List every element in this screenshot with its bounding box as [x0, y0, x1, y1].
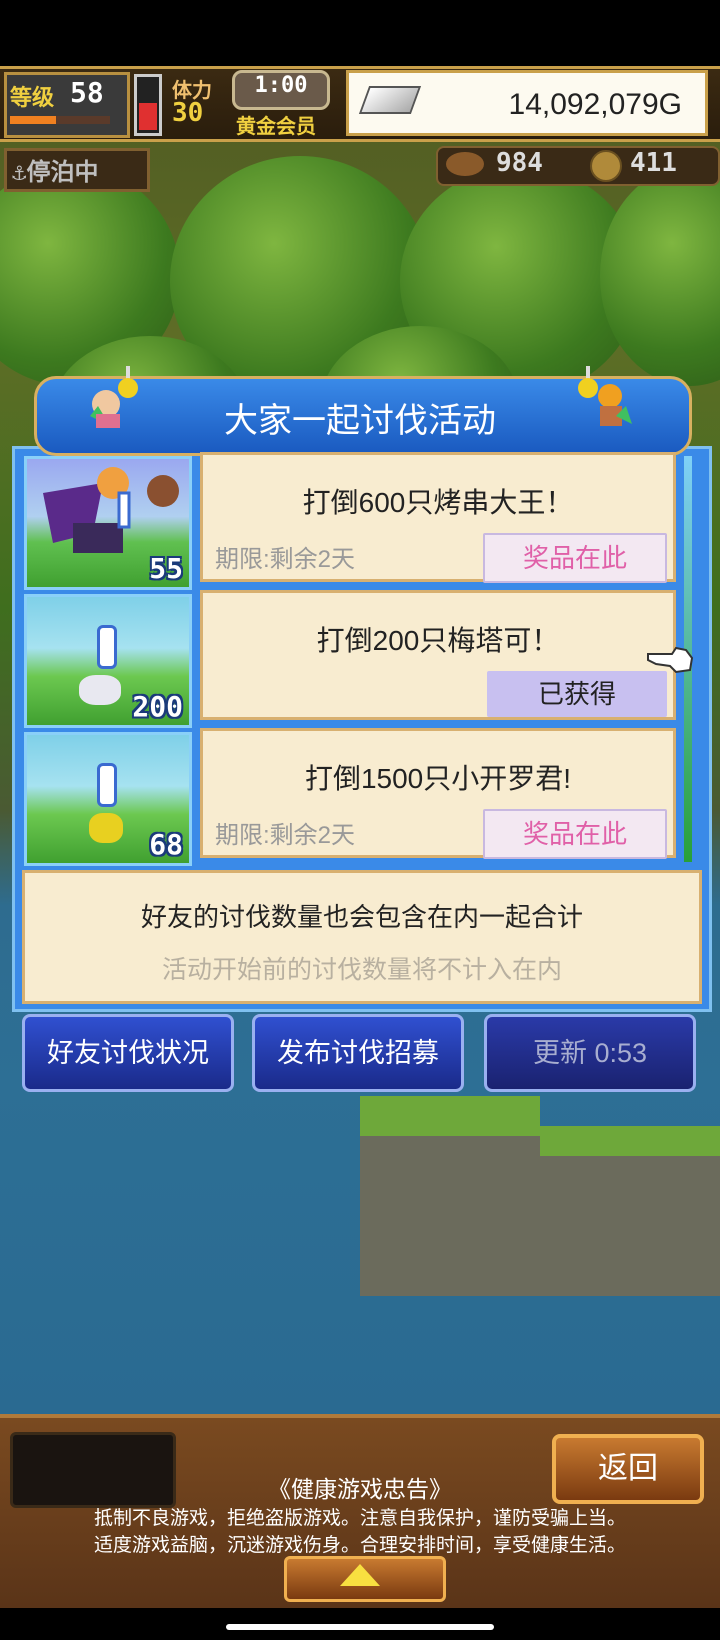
- health-notice-line: 抵制不良游戏，拒绝盗版游戏。注意自我保护，谨防受骗上当。: [93, 1508, 626, 1529]
- gold-amount: 14,092,079G: [508, 88, 682, 121]
- stamina-gauge-fill: [139, 103, 157, 130]
- event-thumbnail: 55: [24, 456, 192, 590]
- defeat-count: 68: [149, 828, 183, 861]
- event-thumbnail: 200: [24, 594, 192, 728]
- island-grass: [360, 1096, 540, 1136]
- island-grass: [540, 1126, 720, 1156]
- stamina-timer: 1:00: [254, 73, 308, 98]
- anchor-icon: ⚓: [12, 158, 27, 186]
- prize-button[interactable]: 奖品在此: [483, 533, 667, 583]
- boss-sprite: [43, 467, 179, 553]
- level-exp-fill: [10, 116, 56, 124]
- post-recruit-button[interactable]: 发布讨伐招募: [252, 1014, 464, 1092]
- event-card: 打倒1500只小开罗君! 期限:剩余2天 奖品在此: [200, 728, 676, 859]
- defeat-count: 200: [132, 690, 183, 723]
- health-notice-line: 适度游戏益脑，沉迷游戏伤身。合理安排时间，享受健康生活。: [93, 1535, 626, 1556]
- event-title: 打倒1500只小开罗君!: [304, 763, 572, 794]
- mascot-left-icon: [90, 366, 138, 428]
- defeat-count: 55: [149, 552, 183, 585]
- alert-icon: [97, 625, 117, 669]
- event-title: 打倒200只梅塔可！: [316, 625, 560, 656]
- health-notice-title: 《健康游戏忠告》: [268, 1476, 452, 1502]
- event-deadline: 期限:剩余2天: [215, 822, 356, 849]
- level-label: 等级: [10, 86, 55, 111]
- friends-status-button[interactable]: 好友讨伐状况: [22, 1014, 234, 1092]
- event-thumbnail: 68: [24, 732, 192, 866]
- monster-sprite: [79, 675, 121, 705]
- event-title: 打倒600只烤串大王！: [302, 487, 574, 518]
- note-main-text: 好友的讨伐数量也会包含在内一起合计: [140, 902, 583, 932]
- note-sub-text: 活动开始前的讨伐数量将不计入在内: [161, 956, 562, 984]
- event-deadline: 期限:剩余2天: [215, 546, 356, 573]
- arrow-up-icon: [340, 1564, 380, 1586]
- pointing-hand-icon: [647, 646, 694, 674]
- claimed-button[interactable]: 已获得: [487, 671, 667, 717]
- resource2-value: 411: [630, 148, 677, 178]
- refresh-button[interactable]: 更新 0:53: [484, 1014, 696, 1092]
- island-cliff: [540, 1146, 720, 1296]
- level-value: 58: [70, 76, 104, 109]
- forest-tree: [600, 166, 720, 386]
- wood-icon: [446, 152, 484, 176]
- silver-bar-icon: [358, 86, 422, 114]
- event-card: 打倒200只梅塔可！ 已获得: [200, 590, 676, 720]
- resource1-value: 984: [496, 148, 543, 178]
- stamina-value: 30: [172, 98, 204, 128]
- island-cliff: [360, 1126, 540, 1296]
- mascot-right-icon: [578, 366, 632, 426]
- membership-label: 黄金会员: [236, 114, 316, 138]
- event-card: 打倒600只烤串大王！ 期限:剩余2天 奖品在此: [200, 452, 676, 583]
- dock-status-label: ⚓停泊中: [12, 158, 99, 186]
- medal-icon: [590, 150, 622, 182]
- home-indicator[interactable]: [226, 1624, 494, 1630]
- alert-icon: [97, 763, 117, 807]
- monster-sprite: [89, 813, 123, 843]
- prize-button[interactable]: 奖品在此: [483, 809, 667, 859]
